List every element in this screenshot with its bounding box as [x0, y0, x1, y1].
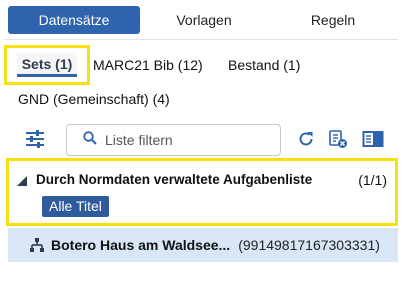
sub-tab-sets[interactable]: Sets (1)	[4, 45, 90, 85]
record-id: (99149817167303331)	[238, 237, 380, 253]
refresh-icon[interactable]	[293, 126, 319, 152]
sub-tab-gnd[interactable]: GND (Gemeinschaft) (4)	[18, 88, 170, 110]
tab-vorlagen[interactable]: Vorlagen	[144, 6, 264, 34]
filter-settings-icon[interactable]	[22, 126, 48, 152]
search-box[interactable]	[66, 124, 281, 156]
sub-tab-sets-label: Sets (1)	[16, 53, 78, 77]
task-list-title[interactable]: Durch Normdaten verwaltete Aufgabenliste	[36, 172, 312, 187]
task-list-section: Durch Normdaten verwaltete Aufgabenliste…	[6, 158, 398, 226]
sub-tab-marc21-bib[interactable]: MARC21 Bib (12)	[93, 54, 203, 76]
list-toolbar	[0, 120, 401, 160]
search-input[interactable]	[105, 132, 275, 148]
search-icon	[83, 130, 97, 150]
tab-regeln[interactable]: Regeln	[268, 6, 398, 34]
sub-tab-bestand[interactable]: Bestand (1)	[228, 54, 300, 76]
tab-datensaetze[interactable]: Datensätze	[8, 6, 140, 34]
sub-tab-bar: Sets (1) MARC21 Bib (12) Bestand (1) GND…	[0, 44, 401, 116]
hierarchy-icon	[30, 238, 44, 252]
top-tab-bar: Datensätze Vorlagen Regeln	[4, 6, 398, 40]
side-panel-icon[interactable]	[360, 126, 386, 152]
record-row[interactable]: Botero Haus am Waldsee... (9914981716730…	[8, 228, 398, 262]
export-list-icon[interactable]	[325, 126, 351, 152]
all-titles-filter[interactable]: Alle Titel	[42, 196, 109, 217]
record-title: Botero Haus am Waldsee...	[51, 237, 231, 253]
collapse-triangle-icon[interactable]	[17, 176, 27, 186]
task-list-count: (1/1)	[358, 172, 387, 188]
